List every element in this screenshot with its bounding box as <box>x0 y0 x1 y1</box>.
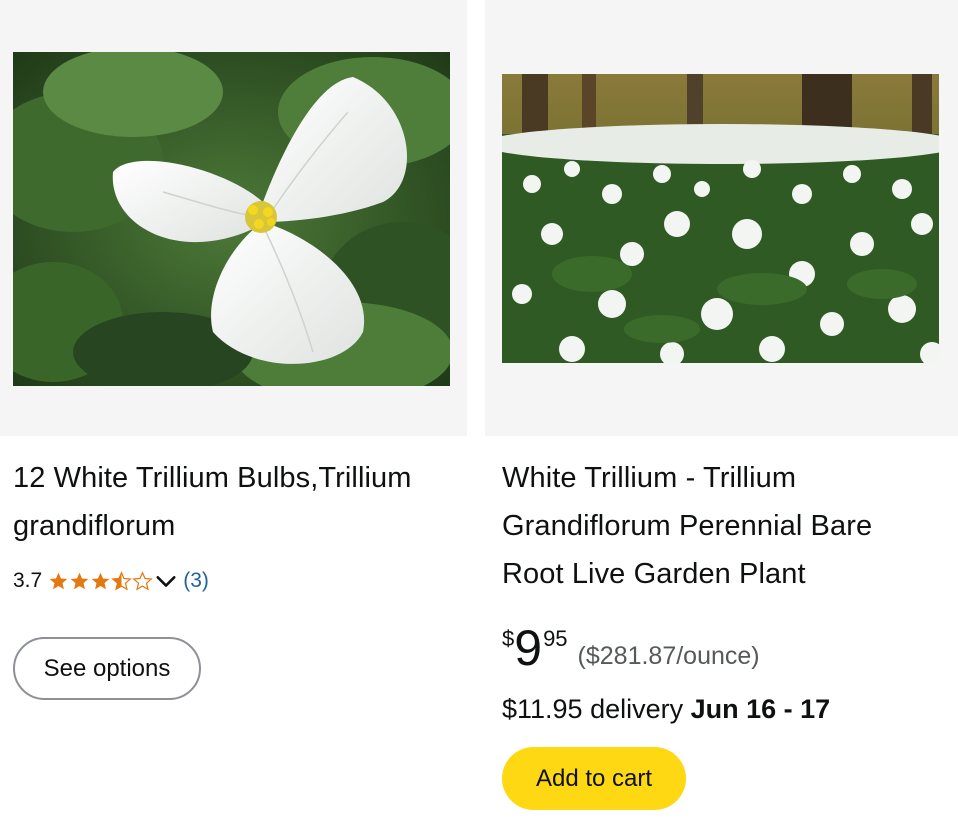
star-rating[interactable] <box>48 570 153 592</box>
product-card: 12 White Trillium Bulbs,Trillium grandif… <box>0 0 467 822</box>
add-to-cart-button[interactable]: Add to cart <box>502 747 686 810</box>
delivery-info: $11.95 delivery Jun 16 - 17 <box>502 694 830 725</box>
delivery-date: Jun 16 - 17 <box>690 694 831 724</box>
chevron-down-icon[interactable] <box>155 570 177 592</box>
card-divider <box>467 0 485 436</box>
product-title[interactable]: 12 White Trillium Bulbs,Trillium grandif… <box>13 454 443 550</box>
rating-row: 3.7 (3) <box>13 566 209 596</box>
price: $ 9 95 ($281.87/ounce) <box>502 620 760 680</box>
star-empty-icon <box>132 570 153 591</box>
product-image-container[interactable] <box>485 0 958 436</box>
star-full-icon <box>91 572 110 589</box>
see-options-button[interactable]: See options <box>13 637 201 700</box>
delivery-cost: $11.95 delivery <box>502 694 684 724</box>
unit-price: ($281.87/ounce) <box>577 642 760 670</box>
price-whole: 9 <box>514 620 542 676</box>
star-full-icon <box>49 572 68 589</box>
star-half-icon <box>111 570 132 591</box>
product-image[interactable] <box>13 52 450 386</box>
review-count-link[interactable]: (3) <box>183 569 209 593</box>
price-currency-symbol: $ <box>502 626 515 651</box>
product-image-container[interactable] <box>0 0 467 436</box>
product-image[interactable] <box>502 74 939 363</box>
price-fraction: 95 <box>543 626 568 651</box>
star-full-icon <box>70 572 89 589</box>
product-card: White Trillium - Trillium Grandiflorum P… <box>485 0 958 822</box>
rating-value: 3.7 <box>13 569 43 592</box>
product-title[interactable]: White Trillium - Trillium Grandiflorum P… <box>502 454 942 598</box>
